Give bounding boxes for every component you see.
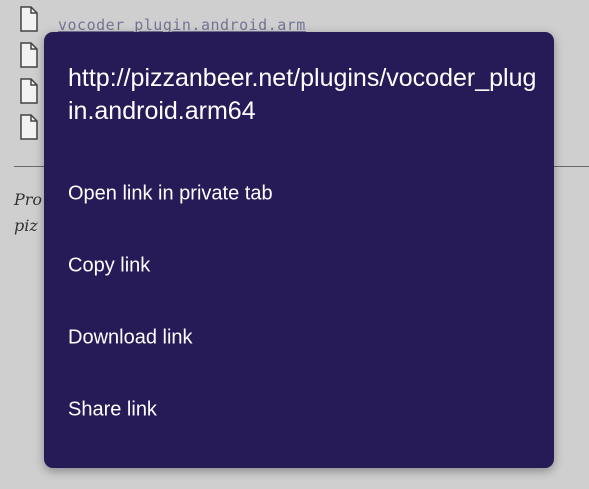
menu-item-share-link[interactable]: Share link — [44, 382, 554, 438]
menu-item-label: Share link — [68, 398, 157, 421]
link-context-menu: http://pizzanbeer.net/plugins/vocoder_pl… — [44, 32, 554, 468]
menu-item-open-private-tab[interactable]: Open link in private tab — [44, 166, 554, 222]
menu-item-label: Download link — [68, 326, 193, 349]
screen: vocoder_plugin.android.arm Pro piz http:… — [0, 0, 589, 489]
file-icon — [20, 42, 38, 68]
menu-item-copy-link[interactable]: Copy link — [44, 238, 554, 294]
menu-item-label: Copy link — [68, 254, 151, 277]
file-icon — [20, 78, 38, 104]
menu-item-download-link[interactable]: Download link — [44, 310, 554, 366]
file-icon — [20, 6, 38, 32]
background-text: piz — [14, 216, 38, 235]
menu-item-label: Open link in private tab — [68, 182, 273, 205]
file-icon — [20, 114, 38, 140]
dialog-title-url: http://pizzanbeer.net/plugins/vocoder_pl… — [68, 64, 537, 125]
background-text: Pro — [14, 190, 43, 209]
